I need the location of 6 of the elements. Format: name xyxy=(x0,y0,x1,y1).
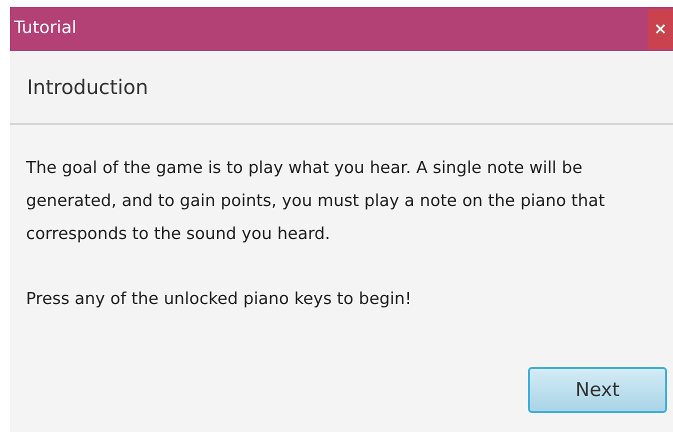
window-title: Tutorial xyxy=(14,17,76,40)
body-paragraph: The goal of the game is to play what you hear. A single note will be generated, and to gain points, you must play a note on the piano that corresponds to the sound you heard. xyxy=(26,157,606,245)
header-title: Introduction xyxy=(27,74,148,101)
next-button[interactable]: Next xyxy=(528,367,667,413)
close-button[interactable]: × xyxy=(648,9,673,49)
body-paragraph: Press any of the unlocked piano keys to begin! xyxy=(26,288,412,310)
